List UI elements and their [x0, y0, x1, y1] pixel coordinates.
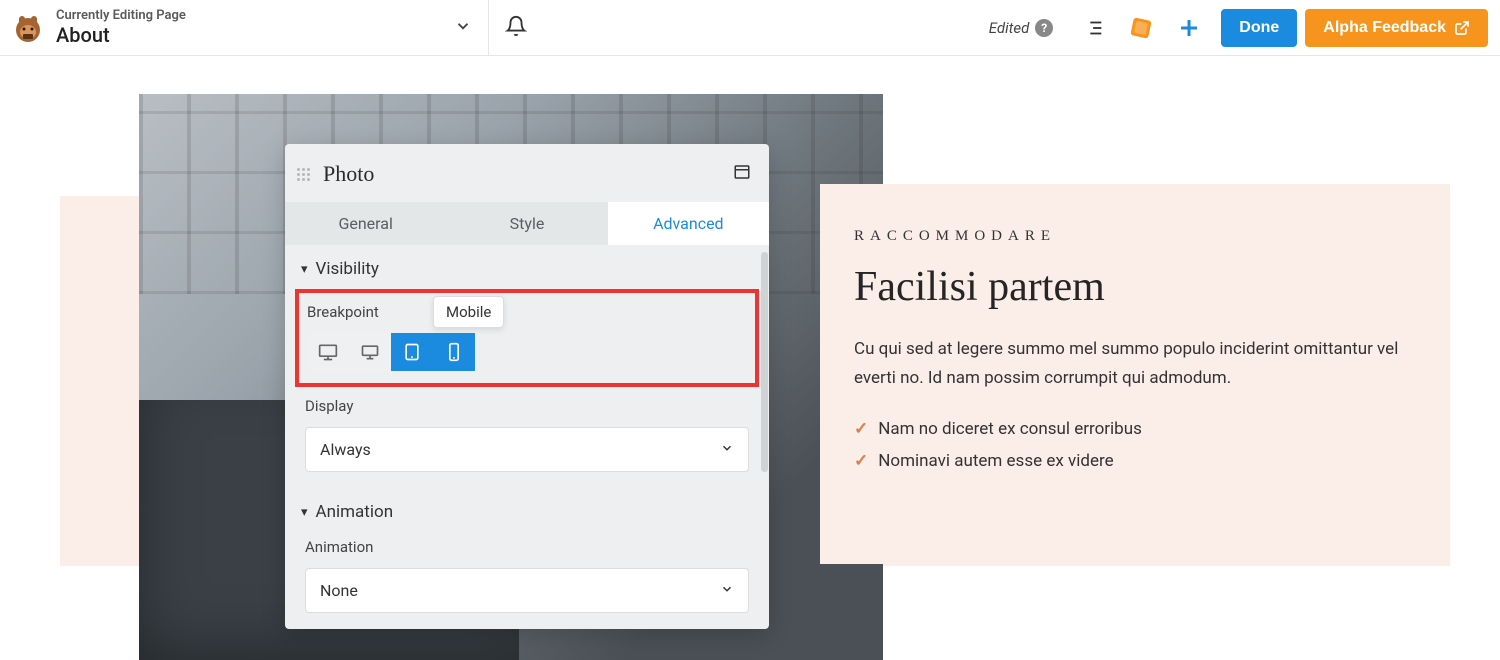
animation-label: Animation: [305, 538, 749, 556]
breakpoint-highlight: Breakpoint: [295, 289, 759, 387]
tab-advanced[interactable]: Advanced: [608, 202, 769, 245]
bell-icon[interactable]: [505, 15, 527, 41]
panel-tabs: General Style Advanced: [285, 202, 769, 245]
breakpoint-mobile-button[interactable]: [433, 333, 475, 371]
breakpoint-tablet-button[interactable]: [391, 333, 433, 371]
help-icon[interactable]: ?: [1035, 19, 1053, 37]
canvas: RACCOMMODARE Facilisi partem Cu qui sed …: [0, 56, 1500, 660]
chevron-down-icon: ▾: [301, 505, 308, 520]
feedback-button[interactable]: Alpha Feedback: [1305, 9, 1488, 47]
section-animation[interactable]: ▾ Animation: [285, 488, 769, 532]
app-logo: [12, 12, 44, 44]
breakpoint-xl-button[interactable]: [307, 333, 349, 371]
display-label: Display: [305, 397, 749, 415]
page-selector[interactable]: Currently Editing Page About: [56, 8, 472, 47]
external-link-icon: [1454, 20, 1470, 36]
section-visibility[interactable]: ▾ Visibility: [285, 245, 769, 289]
breakpoint-toggle-group: [307, 333, 747, 371]
settings-panel: Photo General Style Advanced ▾ Visibilit…: [285, 144, 769, 629]
outline-icon[interactable]: [1083, 17, 1105, 39]
panel-title: Photo: [323, 161, 733, 187]
top-bar: Currently Editing Page About Edited ? Do…: [0, 0, 1500, 56]
tab-general[interactable]: General: [285, 202, 446, 245]
display-select[interactable]: Always: [305, 427, 749, 472]
content-card: RACCOMMODARE Facilisi partem Cu qui sed …: [820, 184, 1450, 564]
bullet-list: ✓Nam no diceret ex consul erroribus ✓Nom…: [854, 413, 1416, 478]
chevron-down-icon[interactable]: [454, 17, 472, 39]
edited-status: Edited: [989, 19, 1030, 37]
breakpoint-tooltip: Mobile: [433, 296, 504, 328]
feedback-label: Alpha Feedback: [1323, 19, 1446, 37]
plus-icon[interactable]: [1177, 16, 1201, 40]
layout-icon[interactable]: [1129, 16, 1153, 40]
chevron-down-icon: [720, 440, 734, 459]
page-context-label: Currently Editing Page: [56, 8, 186, 23]
expand-icon[interactable]: [733, 163, 751, 185]
list-item: ✓Nominavi autem esse ex videre: [854, 445, 1416, 477]
check-icon: ✓: [854, 413, 868, 445]
headline-text: Facilisi partem: [854, 263, 1416, 311]
tab-style[interactable]: Style: [446, 202, 607, 245]
drag-handle-icon[interactable]: [297, 160, 311, 188]
check-icon: ✓: [854, 445, 868, 477]
animation-select[interactable]: None: [305, 568, 749, 613]
scrollbar[interactable]: [761, 252, 768, 472]
chevron-down-icon: [720, 581, 734, 600]
list-item: ✓Nam no diceret ex consul erroribus: [854, 413, 1416, 445]
panel-header[interactable]: Photo: [285, 144, 769, 202]
separator: [488, 0, 489, 56]
body-text: Cu qui sed at legere summo mel summo pop…: [854, 335, 1416, 393]
animation-field: Animation None: [285, 532, 769, 629]
eyebrow-text: RACCOMMODARE: [854, 228, 1416, 245]
page-title: About: [56, 23, 186, 47]
breakpoint-lg-button[interactable]: [349, 333, 391, 371]
done-button[interactable]: Done: [1221, 9, 1297, 47]
breakpoint-label: Breakpoint: [307, 303, 747, 321]
chevron-down-icon: ▾: [301, 262, 308, 277]
display-field: Display Always: [285, 391, 769, 488]
